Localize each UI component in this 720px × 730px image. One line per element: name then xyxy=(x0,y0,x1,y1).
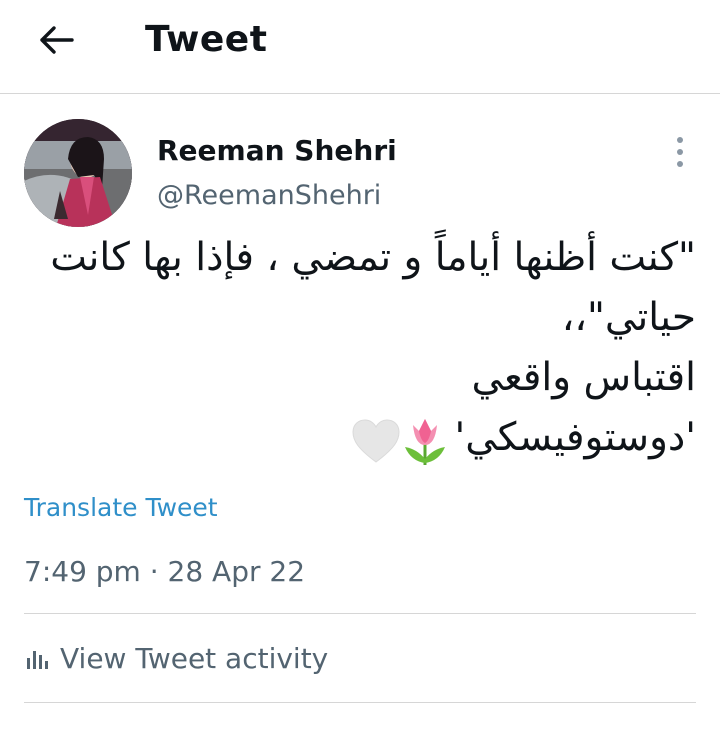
author-name[interactable]: Reeman Shehri xyxy=(157,132,397,170)
tweet-detail-page: Tweet Reeman Shehri @ReemanShehri "كنت أ… xyxy=(0,0,720,730)
back-button[interactable] xyxy=(34,20,78,60)
divider xyxy=(24,702,696,703)
avatar[interactable] xyxy=(24,119,132,227)
tweet-timestamp[interactable]: 7:49 pm · 28 Apr 22 xyxy=(24,553,305,591)
divider xyxy=(24,613,696,614)
tweet-line: حياتي"،، xyxy=(561,295,696,340)
white-heart-icon xyxy=(352,419,400,463)
activity-label: View Tweet activity xyxy=(60,641,329,675)
page-title: Tweet xyxy=(145,19,268,60)
view-tweet-activity-button[interactable]: View Tweet activity xyxy=(24,638,328,678)
tweet-line-with-emoji: 'دوستوفيسكي' xyxy=(24,408,696,470)
tweet-text: "كنت أظنها أياماً و تمضي ، فإذا بها كانت… xyxy=(24,228,696,470)
tweet-line: "كنت أظنها أياماً و تمضي ، فإذا بها كانت xyxy=(50,235,696,280)
translate-tweet-link[interactable]: Translate Tweet xyxy=(24,490,218,526)
avatar-photo xyxy=(24,119,132,227)
more-dot xyxy=(677,149,683,155)
tweet-line: 'دوستوفيسكي' xyxy=(454,415,696,460)
more-dot xyxy=(677,161,683,167)
tweet-line: اقتباس واقعي xyxy=(471,355,696,400)
emoji-group xyxy=(351,410,449,470)
more-options-button[interactable] xyxy=(664,134,696,170)
author-handle[interactable]: @ReemanShehri xyxy=(157,178,381,214)
more-vertical-icon xyxy=(677,137,683,143)
bar-chart-icon xyxy=(27,651,48,669)
tulip-icon xyxy=(404,419,445,465)
arrow-left-icon xyxy=(40,26,74,54)
top-bar: Tweet xyxy=(0,0,720,94)
